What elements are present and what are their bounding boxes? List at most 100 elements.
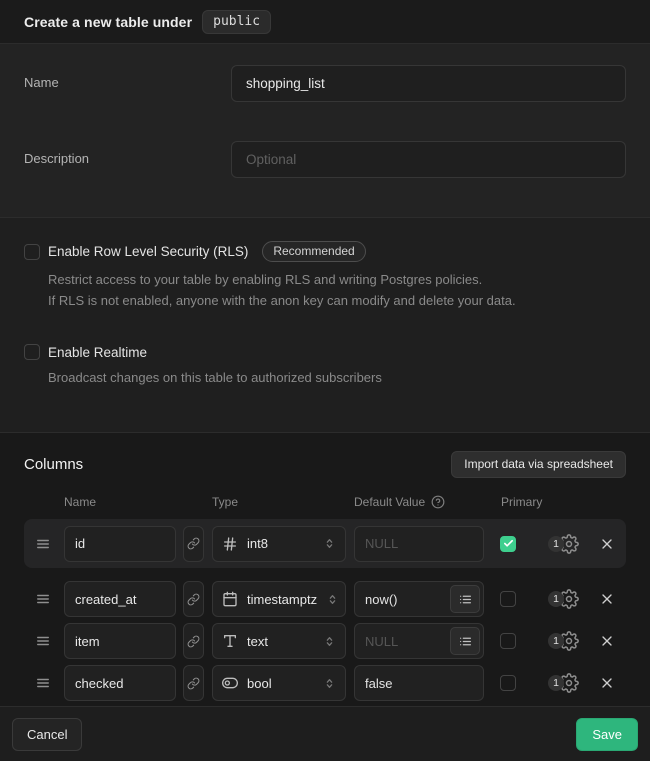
dialog-title: Create a new table under bbox=[24, 14, 192, 30]
column-row: timestamptz 1 bbox=[24, 578, 626, 620]
column-row: int8 1 bbox=[24, 519, 626, 568]
cancel-button[interactable]: Cancel bbox=[12, 718, 82, 751]
column-type-select[interactable]: bool bbox=[212, 665, 346, 701]
column-rows-list: int8 1 timestamptz bbox=[24, 519, 626, 704]
schema-chip: public bbox=[202, 10, 271, 34]
settings-count-badge: 1 bbox=[548, 633, 564, 649]
column-name-input[interactable] bbox=[64, 665, 176, 701]
rls-description: Restrict access to your table by enablin… bbox=[48, 269, 626, 311]
description-label: Description bbox=[24, 141, 231, 166]
header-default-value: Default Value bbox=[354, 495, 501, 509]
close-icon bbox=[599, 536, 615, 552]
column-type-label: int8 bbox=[247, 536, 314, 551]
default-value-cell bbox=[354, 526, 484, 562]
default-value-input[interactable] bbox=[354, 526, 484, 562]
check-icon bbox=[503, 538, 514, 549]
rls-checkbox[interactable] bbox=[24, 244, 40, 260]
dialog-footer: Cancel Save bbox=[0, 706, 650, 761]
remove-column-button[interactable] bbox=[599, 536, 615, 552]
column-type-select[interactable]: text bbox=[212, 623, 346, 659]
list-icon bbox=[459, 635, 472, 648]
column-name-input[interactable] bbox=[64, 623, 176, 659]
link-icon bbox=[187, 677, 200, 690]
table-details-section: Name Description bbox=[0, 44, 650, 217]
realtime-block: Enable Realtime Broadcast changes on thi… bbox=[24, 344, 626, 388]
description-row: Description bbox=[24, 141, 626, 178]
chevrons-up-down-icon bbox=[323, 677, 336, 690]
close-icon bbox=[599, 675, 615, 691]
remove-column-button[interactable] bbox=[599, 591, 615, 607]
column-type-icon bbox=[222, 675, 238, 691]
link-icon bbox=[187, 635, 200, 648]
primary-key-checkbox[interactable] bbox=[500, 536, 516, 552]
remove-column-button[interactable] bbox=[599, 633, 615, 649]
settings-count-badge: 1 bbox=[548, 536, 564, 552]
close-icon bbox=[599, 633, 615, 649]
link-icon bbox=[187, 593, 200, 606]
save-button[interactable]: Save bbox=[576, 718, 638, 751]
realtime-description: Broadcast changes on this table to autho… bbox=[48, 367, 626, 388]
settings-count-badge: 1 bbox=[548, 675, 564, 691]
default-value-menu-button[interactable] bbox=[450, 627, 480, 655]
column-type-label: text bbox=[247, 634, 314, 649]
column-type-icon bbox=[222, 536, 238, 552]
realtime-check-row: Enable Realtime bbox=[24, 344, 626, 360]
realtime-checkbox[interactable] bbox=[24, 344, 40, 360]
foreign-key-link-button[interactable] bbox=[183, 665, 204, 701]
drag-handle-icon[interactable] bbox=[36, 676, 50, 690]
link-icon bbox=[187, 537, 200, 550]
chevrons-up-down-icon bbox=[323, 537, 336, 550]
columns-grid-headers: Name Type Default Value Primary bbox=[24, 495, 626, 509]
column-type-label: timestamptz bbox=[247, 592, 317, 607]
column-row: bool 1 bbox=[24, 662, 626, 704]
recommended-badge: Recommended bbox=[262, 241, 365, 262]
drag-handle-icon[interactable] bbox=[36, 537, 50, 551]
rls-label: Enable Row Level Security (RLS) bbox=[48, 244, 248, 259]
remove-column-button[interactable] bbox=[599, 675, 615, 691]
create-table-dialog: Create a new table under public Name Des… bbox=[0, 0, 650, 761]
table-name-input[interactable] bbox=[231, 65, 626, 102]
default-value-menu-button[interactable] bbox=[450, 585, 480, 613]
columns-title: Columns bbox=[24, 456, 83, 473]
foreign-key-link-button[interactable] bbox=[183, 526, 204, 562]
realtime-label: Enable Realtime bbox=[48, 345, 147, 360]
primary-key-checkbox[interactable] bbox=[500, 591, 516, 607]
default-value-input[interactable] bbox=[354, 665, 484, 701]
help-icon[interactable] bbox=[431, 495, 445, 509]
column-settings-group: 1 bbox=[548, 673, 579, 693]
foreign-key-link-button[interactable] bbox=[183, 623, 204, 659]
rls-check-row: Enable Row Level Security (RLS) Recommen… bbox=[24, 241, 626, 262]
primary-key-checkbox[interactable] bbox=[500, 675, 516, 691]
column-name-input[interactable] bbox=[64, 526, 176, 562]
chevrons-up-down-icon bbox=[326, 593, 339, 606]
chevrons-up-down-icon bbox=[323, 635, 336, 648]
column-type-select[interactable]: timestamptz bbox=[212, 581, 346, 617]
drag-handle-icon[interactable] bbox=[36, 634, 50, 648]
column-settings-group: 1 bbox=[548, 534, 579, 554]
default-value-cell bbox=[354, 623, 484, 659]
settings-count-badge: 1 bbox=[548, 591, 564, 607]
default-value-cell bbox=[354, 581, 484, 617]
column-type-select[interactable]: int8 bbox=[212, 526, 346, 562]
table-description-input[interactable] bbox=[231, 141, 626, 178]
header-name: Name bbox=[64, 495, 212, 509]
list-icon bbox=[459, 593, 472, 606]
default-value-cell bbox=[354, 665, 484, 701]
rls-block: Enable Row Level Security (RLS) Recommen… bbox=[24, 241, 626, 311]
column-row: text 1 bbox=[24, 620, 626, 662]
column-type-icon bbox=[222, 633, 238, 649]
drag-handle-icon[interactable] bbox=[36, 592, 50, 606]
header-primary: Primary bbox=[501, 495, 626, 509]
primary-key-checkbox[interactable] bbox=[500, 633, 516, 649]
column-type-icon bbox=[222, 591, 238, 607]
column-settings-group: 1 bbox=[548, 589, 579, 609]
columns-section: Columns Import data via spreadsheet Name… bbox=[0, 432, 650, 706]
header-type: Type bbox=[212, 495, 354, 509]
security-section: Enable Row Level Security (RLS) Recommen… bbox=[0, 217, 650, 432]
column-type-label: bool bbox=[247, 676, 314, 691]
import-spreadsheet-button[interactable]: Import data via spreadsheet bbox=[451, 451, 626, 478]
column-name-input[interactable] bbox=[64, 581, 176, 617]
foreign-key-link-button[interactable] bbox=[183, 581, 204, 617]
close-icon bbox=[599, 591, 615, 607]
dialog-header: Create a new table under public bbox=[0, 0, 650, 44]
